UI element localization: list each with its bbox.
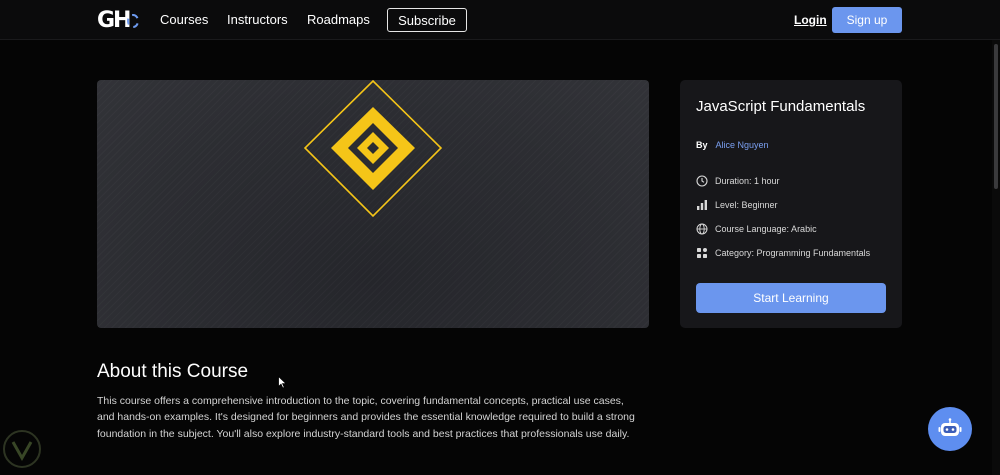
bar-chart-icon — [696, 199, 708, 211]
logo-text: GH — [97, 7, 132, 33]
language-row: Course Language: Arabic — [696, 223, 817, 235]
page: GH Courses Instructors Roadmaps Subscrib… — [0, 0, 1000, 475]
about-description: This course offers a comprehensive intro… — [97, 395, 635, 440]
course-title: JavaScript Fundamentals — [696, 98, 866, 115]
duration-row: Duration: 1 hour — [696, 175, 780, 187]
gear-icon — [127, 14, 139, 28]
nav-link-roadmaps[interactable]: Roadmaps — [307, 12, 370, 27]
globe-icon — [696, 223, 708, 235]
duration-text: Duration: 1 hour — [715, 176, 780, 186]
top-navbar: GH Courses Instructors Roadmaps Subscrib… — [0, 0, 1000, 40]
robot-icon — [938, 418, 962, 436]
chatbot-button[interactable] — [928, 407, 972, 451]
grid-icon — [696, 247, 708, 259]
start-learning-button[interactable]: Start Learning — [696, 283, 886, 313]
level-row: Level: Beginner — [696, 199, 778, 211]
level-text: Level: Beginner — [715, 200, 778, 210]
clock-icon — [696, 175, 708, 187]
author-row: By Alice Nguyen — [696, 140, 769, 150]
login-link[interactable]: Login — [794, 13, 827, 27]
course-logo-icon — [303, 80, 443, 218]
about-heading: About this Course — [97, 361, 249, 382]
course-hero-image — [97, 80, 649, 328]
course-info-card: JavaScript Fundamentals By Alice Nguyen … — [680, 80, 902, 328]
subscribe-button[interactable]: Subscribe — [387, 8, 467, 32]
category-row: Category: Programming Fundamentals — [696, 247, 870, 259]
language-text: Course Language: Arabic — [715, 224, 817, 234]
watermark-logo — [3, 430, 41, 468]
signup-button[interactable]: Sign up — [832, 7, 902, 33]
nav-link-courses[interactable]: Courses — [160, 12, 208, 27]
author-link[interactable]: Alice Nguyen — [716, 140, 769, 150]
mouse-cursor-icon — [278, 376, 287, 389]
nav-link-instructors[interactable]: Instructors — [227, 12, 288, 27]
site-logo[interactable]: GH — [97, 6, 139, 34]
scrollbar-thumb[interactable] — [994, 44, 998, 189]
by-label: By — [696, 140, 708, 150]
category-text: Category: Programming Fundamentals — [715, 248, 871, 258]
